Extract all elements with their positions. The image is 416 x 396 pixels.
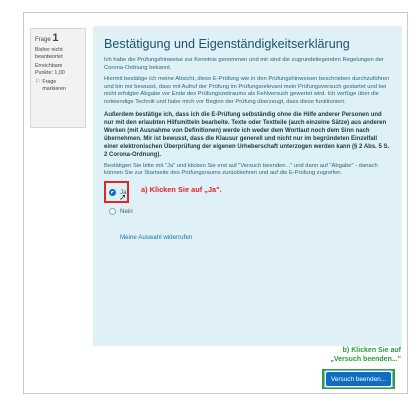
cursor-icon: ➚ <box>119 191 127 202</box>
question-text: Ich habe die Prüfungshinweise zur Kenntn… <box>104 57 384 71</box>
question-label: Frage <box>35 37 51 43</box>
question-info-panel: Frage 1 Bisher nicht beantwortet Erreich… <box>30 28 86 128</box>
option-ja[interactable]: Ja ➚ a) Klicken Sie auf „Ja". <box>104 180 392 203</box>
radio-nein[interactable] <box>109 207 116 215</box>
question-number: Frage 1 <box>35 32 81 44</box>
question-content: Bestätigung und Eigenständigkeitserkläru… <box>93 26 402 346</box>
flag-icon: ⚐ <box>35 79 41 86</box>
flag-question-label: Frage markieren <box>42 79 66 92</box>
annotation-step-a: a) Klicken Sie auf „Ja". <box>141 184 222 194</box>
finish-attempt-button[interactable]: Versuch beenden... <box>324 370 393 388</box>
annotation-step-b: b) Klicken Sie auf „Versuch beenden..." <box>285 346 401 364</box>
answer-options: Ja ➚ a) Klicken Sie auf „Ja". Nein Meine… <box>104 180 392 244</box>
annotation-step-b-line2: „Versuch beenden..." <box>330 356 401 363</box>
clear-choice-link[interactable]: Meine Auswahl widerrufen <box>120 234 192 241</box>
annotation-step-b-line1: b) Klicken Sie auf <box>342 347 401 354</box>
question-text: Hiermit bestätige ich meine Absicht, die… <box>104 76 390 105</box>
question-points: Erreichbare Punkte: 1,00 <box>35 63 65 76</box>
question-number-value: 1 <box>52 32 59 44</box>
option-nein-label[interactable]: Nein <box>120 208 133 215</box>
flag-question-link[interactable]: ⚐ Frage markieren <box>35 79 81 92</box>
option-nein[interactable]: Nein <box>104 205 392 218</box>
question-title: Bestätigung und Eigenständigkeitserkläru… <box>104 37 350 51</box>
question-status: Bisher nicht beantwortet <box>35 47 63 60</box>
declaration-text: Außerdem bestätige ich, dass ich die E-P… <box>104 111 390 158</box>
instruction-text: Bestätigen Sie bitte mit "Ja" und klicke… <box>104 162 378 177</box>
